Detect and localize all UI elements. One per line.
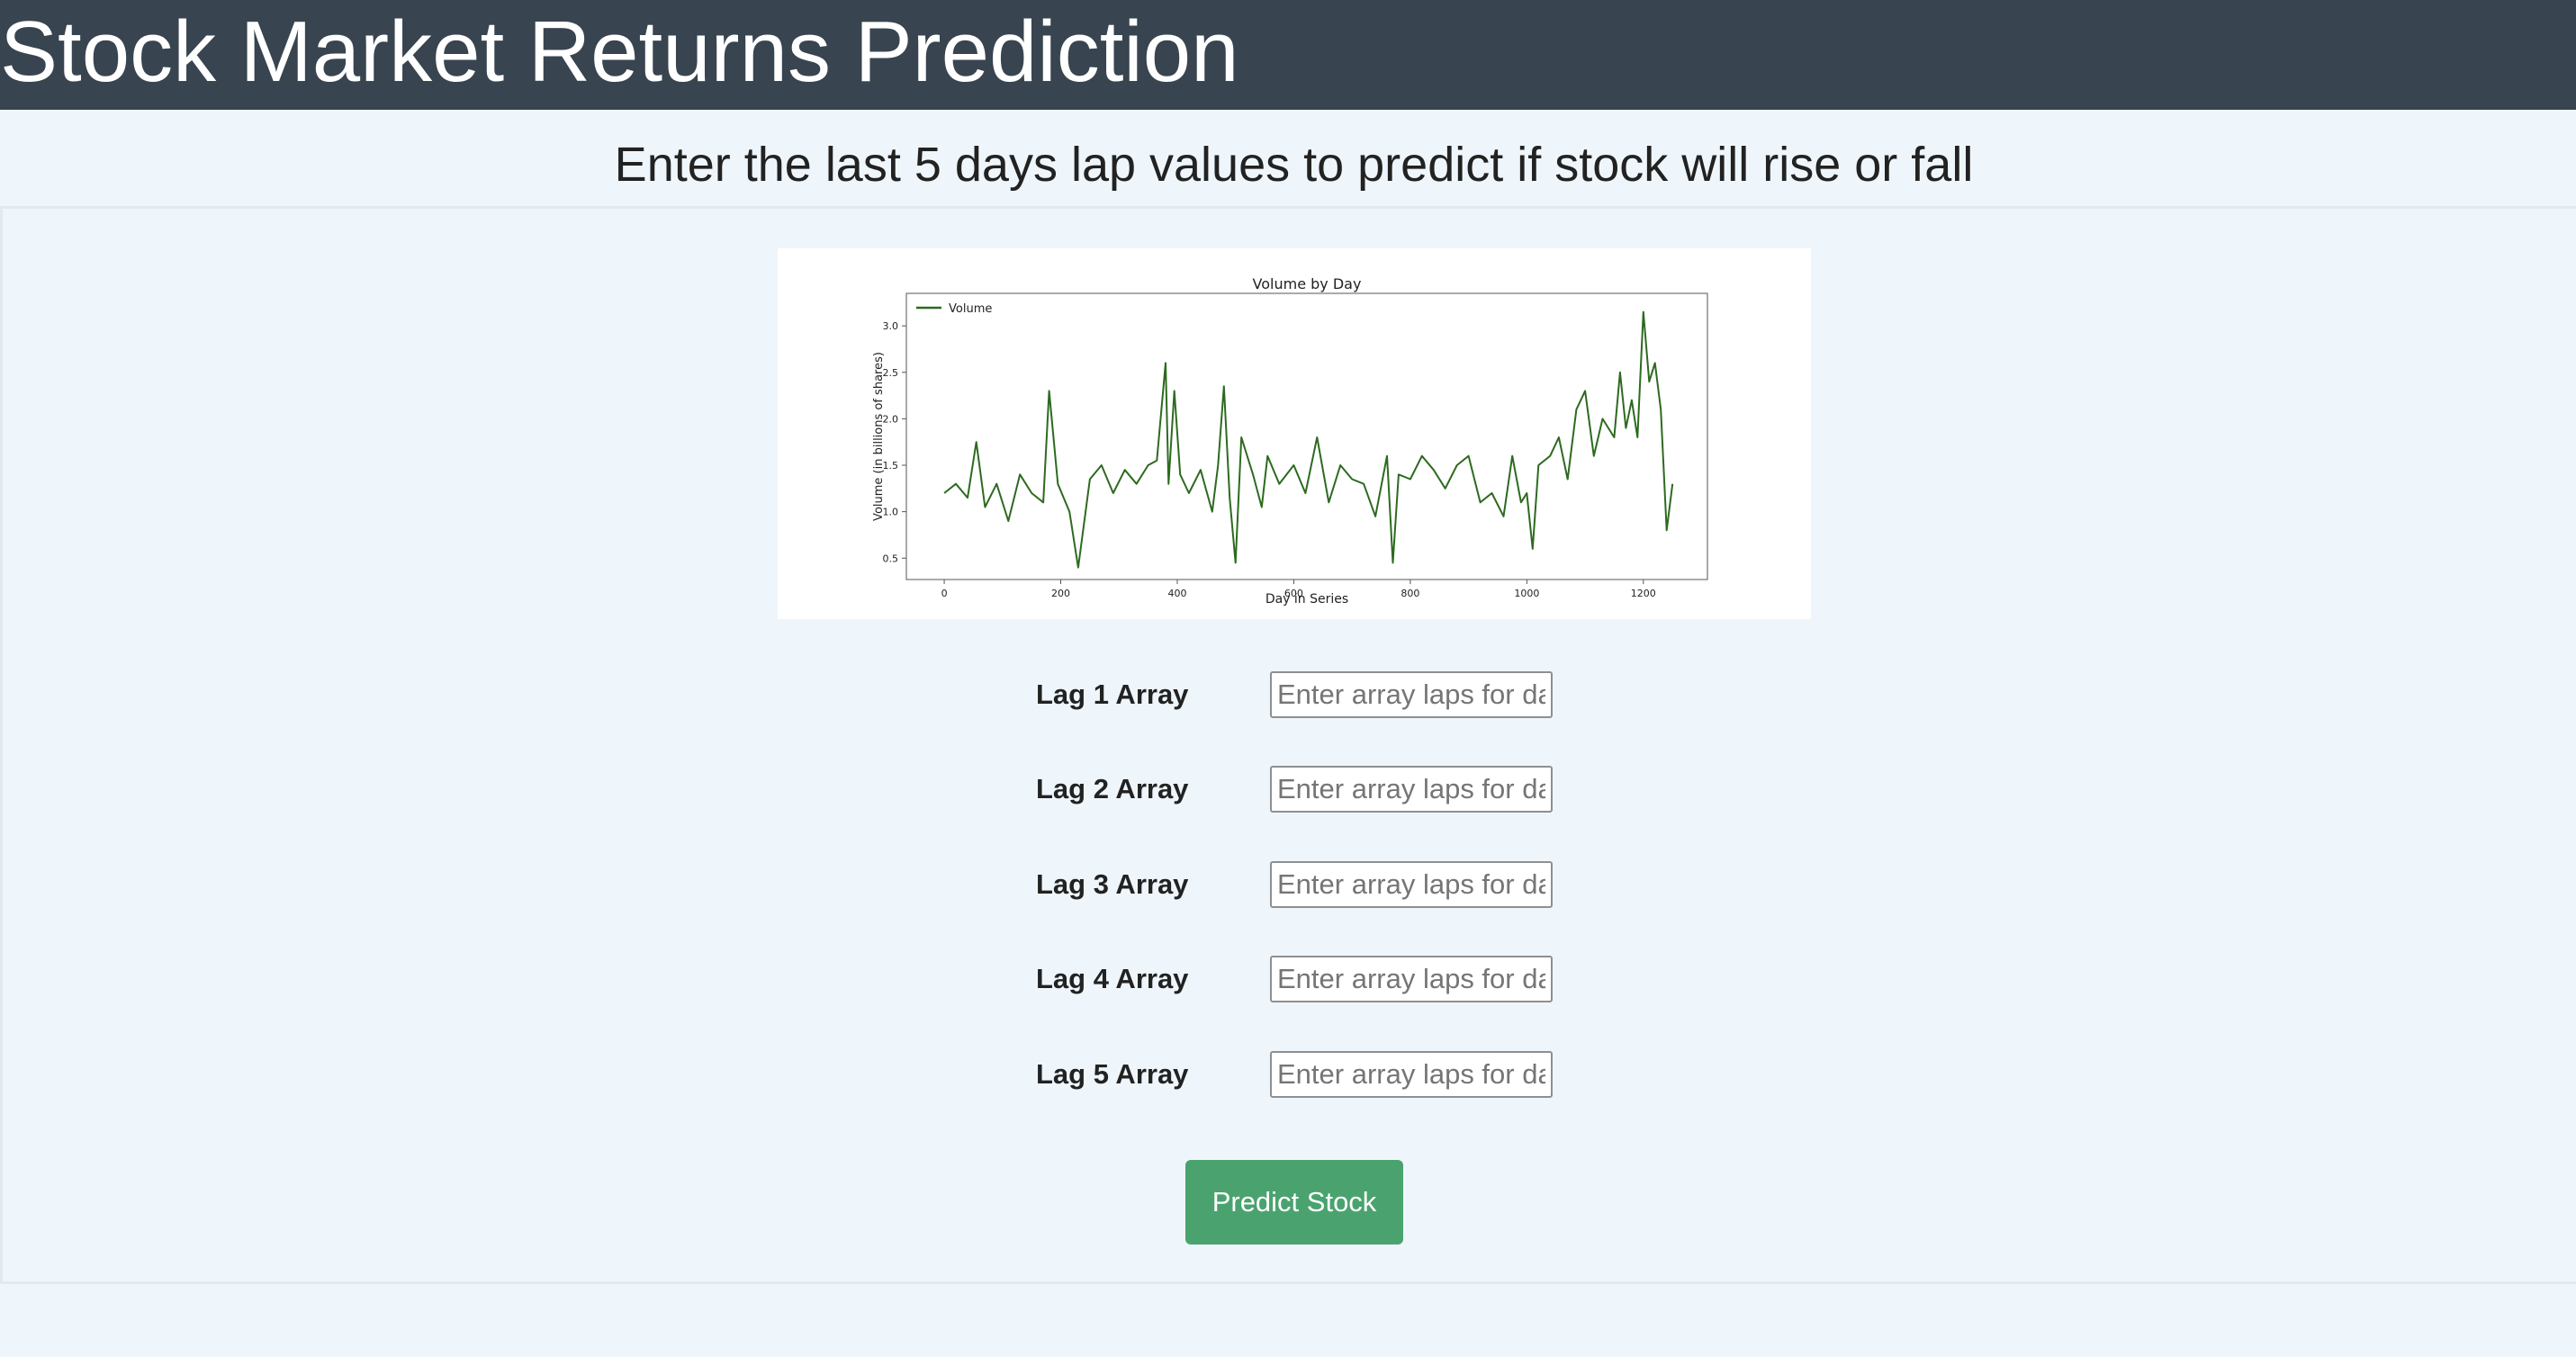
x-axis-label: Day in Series bbox=[1265, 592, 1348, 607]
page-subtitle: Enter the last 5 days lap values to pred… bbox=[614, 138, 1974, 192]
x-tick-label: 400 bbox=[1167, 588, 1186, 599]
lag-5-input[interactable] bbox=[1270, 1051, 1553, 1098]
y-tick-label: 0.5 bbox=[883, 553, 899, 564]
x-tick-label: 0 bbox=[941, 588, 948, 599]
lag-4-input[interactable] bbox=[1270, 956, 1553, 1002]
predict-stock-button[interactable]: Predict Stock bbox=[1185, 1160, 1403, 1245]
lag-5-label: Lag 5 Array bbox=[1036, 1058, 1189, 1090]
x-tick-label: 1200 bbox=[1631, 588, 1656, 599]
lag-2-label: Lag 2 Array bbox=[1036, 773, 1189, 804]
lag-3-input[interactable] bbox=[1270, 861, 1553, 908]
page-title: Stock Market Returns Prediction bbox=[0, 4, 1239, 100]
plot-frame bbox=[905, 292, 1708, 580]
chart-legend: Volume bbox=[916, 302, 992, 316]
lag-2-input[interactable] bbox=[1270, 766, 1553, 813]
legend-label-volume: Volume bbox=[949, 302, 992, 316]
lag-1-label: Lag 1 Array bbox=[1036, 678, 1189, 710]
volume-chart-card: Volume by Day 0.5 1.0 1.5 2.0 2.5 3.0 0 200 400… bbox=[778, 248, 1811, 619]
y-axis-label: Volume (in billions of shares) bbox=[872, 352, 886, 521]
y-axis-ticks: 0.51.01.52.02.53.0 bbox=[883, 320, 906, 564]
header-bar: Stock Market Returns Prediction bbox=[0, 0, 2576, 110]
volume-chart: Volume by Day 0.51.01.52.02.53.0 0 200 400… bbox=[872, 275, 1708, 607]
x-tick-label: 800 bbox=[1401, 588, 1419, 599]
lag-1-input[interactable] bbox=[1270, 671, 1553, 718]
x-tick-label: 1000 bbox=[1514, 588, 1539, 599]
y-tick-label: 3.0 bbox=[883, 320, 899, 332]
volume-series-line bbox=[943, 310, 1674, 569]
lag-4-label: Lag 4 Array bbox=[1036, 963, 1189, 994]
lag-3-label: Lag 3 Array bbox=[1036, 868, 1189, 900]
x-tick-label: 200 bbox=[1051, 588, 1070, 599]
chart-title: Volume by Day bbox=[1253, 275, 1362, 292]
